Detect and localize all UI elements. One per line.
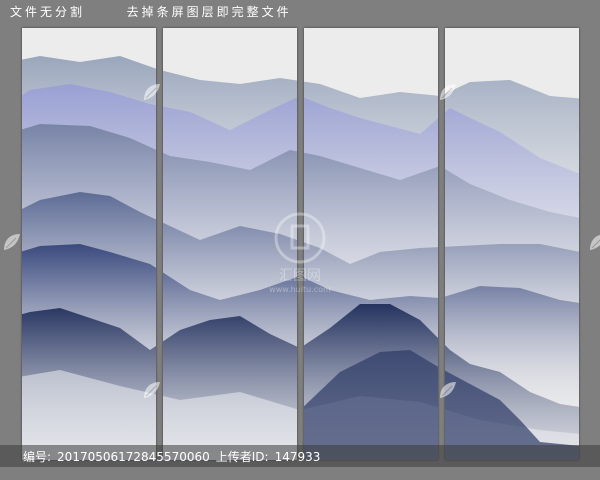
leaf-watermark-icon — [589, 233, 600, 251]
footer-bar: 编号: 20170506172845570060 上传者ID: 147933 — [0, 445, 600, 467]
panel-1 — [22, 28, 156, 460]
leaf-watermark-icon — [143, 83, 161, 101]
footer-uploader-label: 上传者ID: — [215, 450, 269, 464]
huitu-logo-icon: 汇图网 www.huitu.com — [269, 212, 331, 294]
logo-brand-text: 汇图网 — [279, 268, 321, 284]
footer-uploader-value: 147933 — [274, 450, 321, 464]
header-note-part1: 文件无分割 — [10, 5, 86, 19]
leaf-watermark-icon — [439, 381, 457, 399]
panel-4 — [445, 28, 579, 460]
footer-id-label: 编号: — [23, 450, 52, 464]
header-note-part2: 去掉条屏图层即完整文件 — [126, 5, 292, 19]
leaf-watermark-icon — [143, 381, 161, 399]
logo-brand-url: www.huitu.com — [269, 285, 331, 294]
leaf-watermark-icon — [439, 83, 457, 101]
leaf-watermark-icon — [3, 233, 21, 251]
footer-id-value: 20170506172845570060 — [57, 450, 210, 464]
header-note: 文件无分割 去掉条屏图层即完整文件 — [10, 3, 292, 20]
footer-text: 编号: 20170506172845570060 上传者ID: 147933 — [23, 448, 320, 465]
